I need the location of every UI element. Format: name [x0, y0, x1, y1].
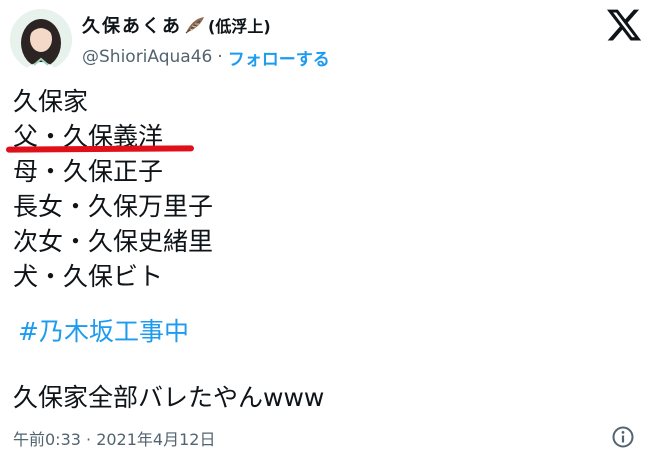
separator-dot: ·	[217, 47, 223, 67]
author-name-row[interactable]: 久保あくあ (低浮上)	[82, 12, 271, 38]
tweet-line: 久保家	[13, 87, 89, 116]
author-display-name-suffix: (低浮上)	[208, 17, 271, 36]
hashtag-link[interactable]: #乃木坂工事中	[18, 312, 189, 348]
tweet-line: 犬・久保ビト	[13, 262, 164, 291]
author-display-name[interactable]: 久保あくあ	[82, 12, 182, 38]
x-logo-icon[interactable]	[604, 6, 644, 44]
follow-button[interactable]: フォローする	[228, 45, 330, 70]
info-icon[interactable]	[611, 425, 635, 449]
tweet-line: 母・久保正子	[13, 157, 164, 186]
tweet-final-line: 久保家全部バレたやんwww	[13, 383, 325, 412]
avatar[interactable]	[10, 9, 72, 71]
tweet-body: 久保家 父・久保義洋 母・久保正子 長女・久保万里子 次女・久保史緒里 犬・久保…	[13, 84, 213, 294]
author-meta-row: @ShioriAqua46 · フォローする	[82, 44, 330, 70]
tweet-timestamp[interactable]: 午前0:33 · 2021年4月12日	[13, 426, 215, 450]
tweet-line: 次女・久保史緒里	[13, 227, 214, 256]
author-handle[interactable]: @ShioriAqua46	[82, 47, 212, 67]
tweet-line: 長女・久保万里子	[13, 192, 214, 221]
tweet-card: 久保あくあ (低浮上) @ShioriAqua46 · フォローする 久保家 父…	[0, 0, 657, 461]
feather-icon	[184, 15, 206, 35]
